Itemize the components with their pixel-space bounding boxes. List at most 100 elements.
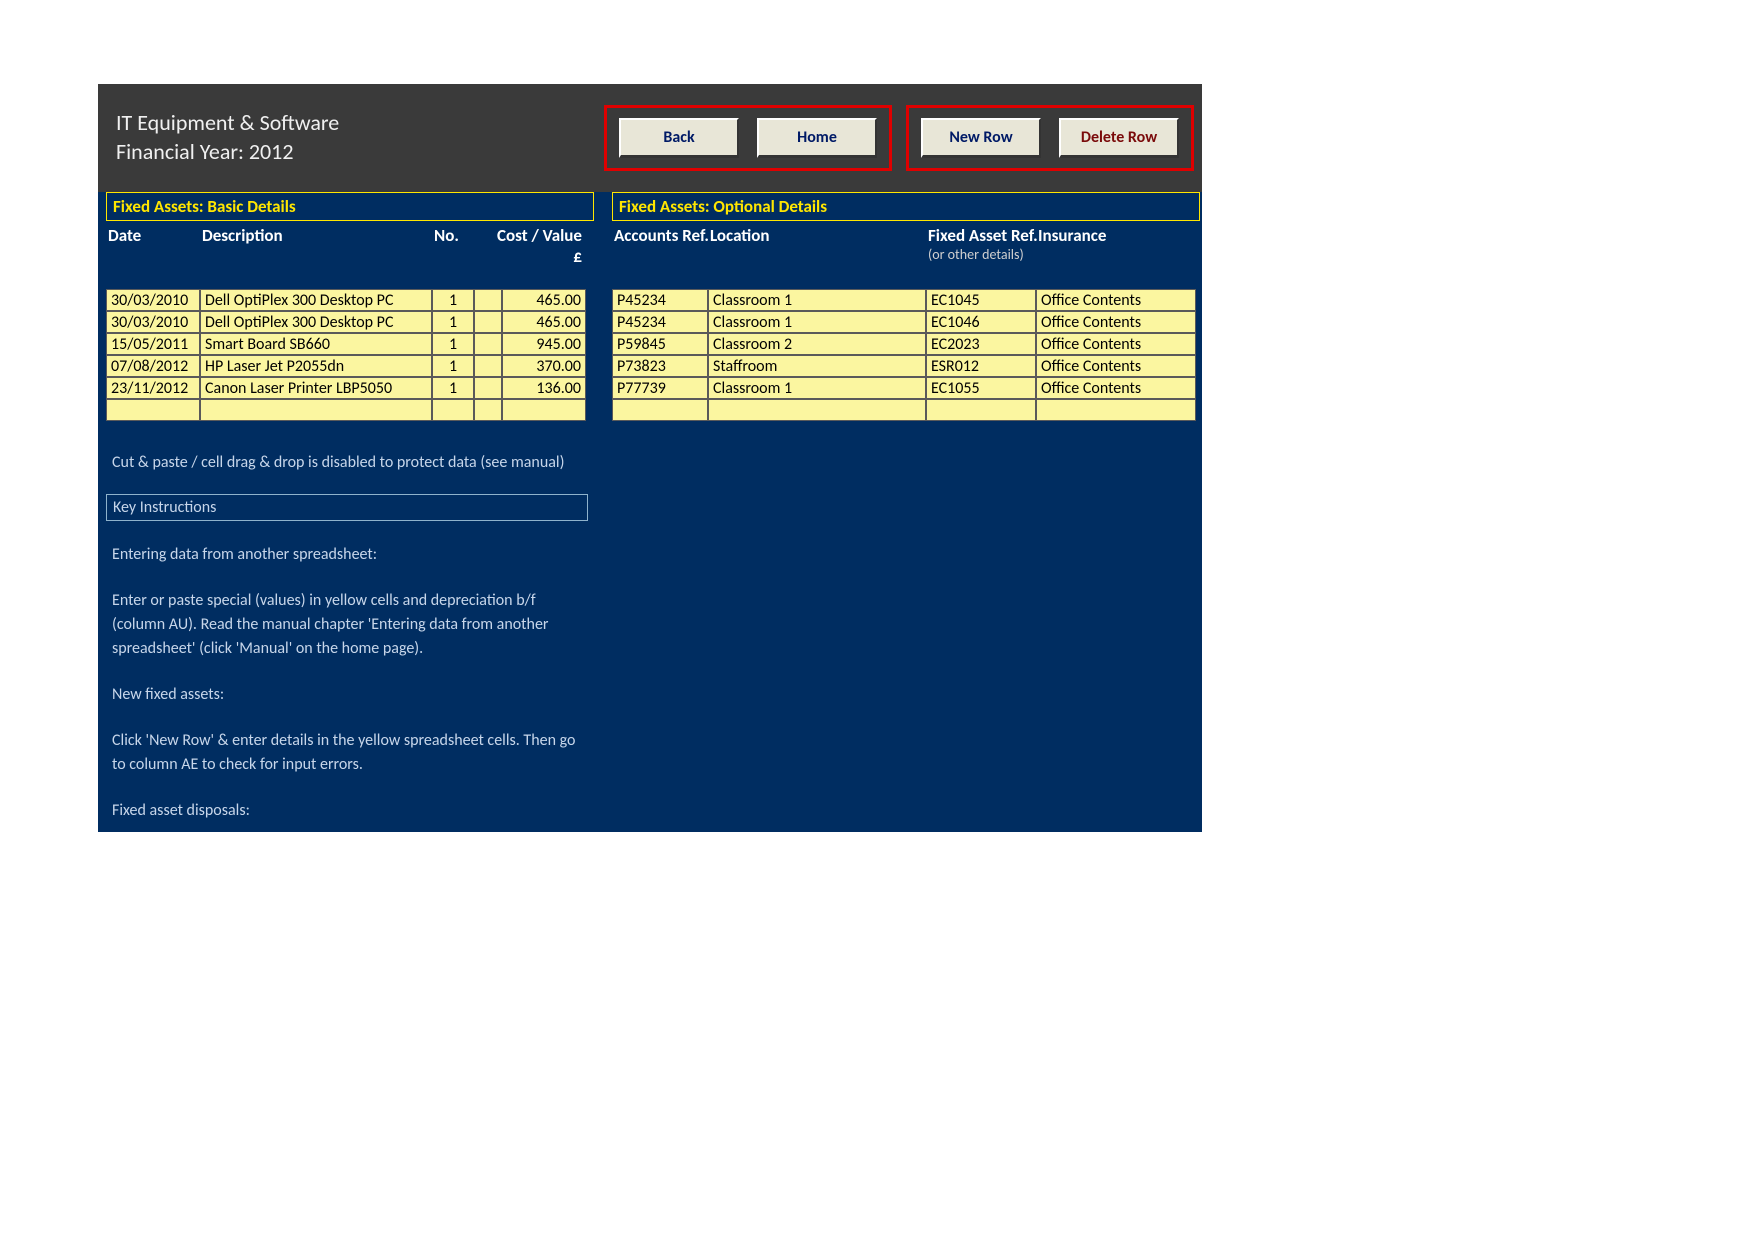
instructions-block: Entering data from another spreadsheet: … (112, 543, 582, 823)
cell-cost[interactable]: 945.00 (502, 333, 586, 355)
delete-row-button[interactable]: Delete Row (1059, 118, 1179, 158)
table-row: 15/05/2011Smart Board SB6601 945.00 (106, 333, 594, 355)
cell-description[interactable]: Dell OptiPlex 300 Desktop PC (200, 289, 432, 311)
new-row-button[interactable]: New Row (921, 118, 1041, 158)
title-block: IT Equipment & Software Financial Year: … (116, 109, 339, 166)
table-row: P59845Classroom 2EC2023Office Contents (612, 333, 1200, 355)
content-area: Fixed Assets: Basic Details Date Descrip… (98, 192, 1202, 421)
cell-insurance[interactable]: Office Contents (1036, 377, 1196, 399)
header-fixed-asset: Fixed Asset Ref. (or other details) (928, 225, 1038, 263)
cell-ref[interactable]: ESR012 (926, 355, 1036, 377)
table-row: 30/03/2010Dell OptiPlex 300 Desktop PC1 4… (106, 311, 594, 333)
cell-location[interactable] (708, 399, 926, 421)
instruction-p1: Entering data from another spreadsheet: (112, 543, 582, 567)
cell-description[interactable]: Dell OptiPlex 300 Desktop PC (200, 311, 432, 333)
cell-accounts[interactable]: P45234 (612, 311, 708, 333)
app-window: IT Equipment & Software Financial Year: … (98, 84, 1202, 832)
cell-ref[interactable]: EC1046 (926, 311, 1036, 333)
title-line-1: IT Equipment & Software (116, 109, 339, 138)
cell-no[interactable]: 1 (432, 311, 474, 333)
cell-location[interactable]: Staffroom (708, 355, 926, 377)
table-row: 07/08/2012HP Laser Jet P2055dn1 370.00 (106, 355, 594, 377)
header-cost: Cost / Value £ (476, 225, 588, 267)
cell-ref[interactable]: EC1045 (926, 289, 1036, 311)
cell-description[interactable] (200, 399, 432, 421)
header-date: Date (108, 225, 202, 246)
table-row: P77739Classroom 1EC1055Office Contents (612, 377, 1200, 399)
cell-accounts[interactable]: P59845 (612, 333, 708, 355)
title-line-2: Financial Year: 2012 (116, 138, 339, 167)
optional-column-headers: Accounts Ref. Location Fixed Asset Ref. … (612, 221, 1200, 289)
table-row (106, 399, 594, 421)
cell-insurance[interactable]: Office Contents (1036, 311, 1196, 333)
optional-data-rows: P45234Classroom 1EC1045Office ContentsP4… (612, 289, 1200, 421)
button-area: Back Home New Row Delete Row (590, 105, 1194, 171)
cell-ref[interactable]: EC2023 (926, 333, 1036, 355)
cell-no[interactable]: 1 (432, 355, 474, 377)
cell-no[interactable] (432, 399, 474, 421)
cell-date[interactable]: 07/08/2012 (106, 355, 200, 377)
instruction-p2: Enter or paste special (values) in yello… (112, 589, 582, 661)
cell-blank[interactable] (474, 311, 502, 333)
instruction-p4: Click 'New Row' & enter details in the y… (112, 729, 582, 777)
cell-blank[interactable] (474, 289, 502, 311)
cell-date[interactable]: 15/05/2011 (106, 333, 200, 355)
basic-data-rows: 30/03/2010Dell OptiPlex 300 Desktop PC14… (106, 289, 594, 421)
cell-cost[interactable]: 465.00 (502, 289, 586, 311)
cell-ref[interactable] (926, 399, 1036, 421)
cell-date[interactable] (106, 399, 200, 421)
header-insurance: Insurance (1038, 225, 1198, 246)
table-row: 23/11/2012Canon Laser Printer LBP50501 13… (106, 377, 594, 399)
optional-details-panel: Fixed Assets: Optional Details Accounts … (612, 192, 1200, 421)
basic-details-panel: Fixed Assets: Basic Details Date Descrip… (106, 192, 594, 421)
cell-blank[interactable] (474, 355, 502, 377)
cell-accounts[interactable]: P77739 (612, 377, 708, 399)
cell-description[interactable]: HP Laser Jet P2055dn (200, 355, 432, 377)
cell-no[interactable]: 1 (432, 289, 474, 311)
protect-note: Cut & paste / cell drag & drop is disabl… (112, 453, 1202, 472)
cell-insurance[interactable] (1036, 399, 1196, 421)
table-row: 30/03/2010Dell OptiPlex 300 Desktop PC1 4… (106, 289, 594, 311)
cell-insurance[interactable]: Office Contents (1036, 289, 1196, 311)
cell-blank[interactable] (474, 333, 502, 355)
back-button[interactable]: Back (619, 118, 739, 158)
cell-location[interactable]: Classroom 2 (708, 333, 926, 355)
header-description: Description (202, 225, 434, 246)
cell-date[interactable]: 30/03/2010 (106, 289, 200, 311)
cell-no[interactable]: 1 (432, 333, 474, 355)
cell-accounts[interactable]: P73823 (612, 355, 708, 377)
instruction-p5: Fixed asset disposals: (112, 799, 582, 823)
header-bar: IT Equipment & Software Financial Year: … (98, 84, 1202, 192)
cell-description[interactable]: Smart Board SB660 (200, 333, 432, 355)
cell-insurance[interactable]: Office Contents (1036, 333, 1196, 355)
cell-location[interactable]: Classroom 1 (708, 311, 926, 333)
home-button[interactable]: Home (757, 118, 877, 158)
cell-insurance[interactable]: Office Contents (1036, 355, 1196, 377)
table-row: P45234Classroom 1EC1046Office Contents (612, 311, 1200, 333)
cell-description[interactable]: Canon Laser Printer LBP5050 (200, 377, 432, 399)
table-row: P73823StaffroomESR012Office Contents (612, 355, 1200, 377)
cell-cost[interactable]: 465.00 (502, 311, 586, 333)
cell-date[interactable]: 30/03/2010 (106, 311, 200, 333)
cell-location[interactable]: Classroom 1 (708, 377, 926, 399)
cell-cost[interactable] (502, 399, 586, 421)
cell-cost[interactable]: 370.00 (502, 355, 586, 377)
cell-location[interactable]: Classroom 1 (708, 289, 926, 311)
cell-ref[interactable]: EC1055 (926, 377, 1036, 399)
cell-accounts[interactable]: P45234 (612, 289, 708, 311)
instruction-p3: New fixed assets: (112, 683, 582, 707)
table-row (612, 399, 1200, 421)
nav-button-group: Back Home (604, 105, 892, 171)
cell-no[interactable]: 1 (432, 377, 474, 399)
table-row: P45234Classroom 1EC1045Office Contents (612, 289, 1200, 311)
header-accounts: Accounts Ref. (614, 225, 710, 246)
cell-date[interactable]: 23/11/2012 (106, 377, 200, 399)
header-location: Location (710, 225, 928, 246)
cell-blank[interactable] (474, 377, 502, 399)
cell-accounts[interactable] (612, 399, 708, 421)
row-button-group: New Row Delete Row (906, 105, 1194, 171)
optional-panel-title: Fixed Assets: Optional Details (612, 192, 1200, 221)
cell-cost[interactable]: 136.00 (502, 377, 586, 399)
cell-blank[interactable] (474, 399, 502, 421)
basic-column-headers: Date Description No. Cost / Value £ (106, 221, 594, 289)
